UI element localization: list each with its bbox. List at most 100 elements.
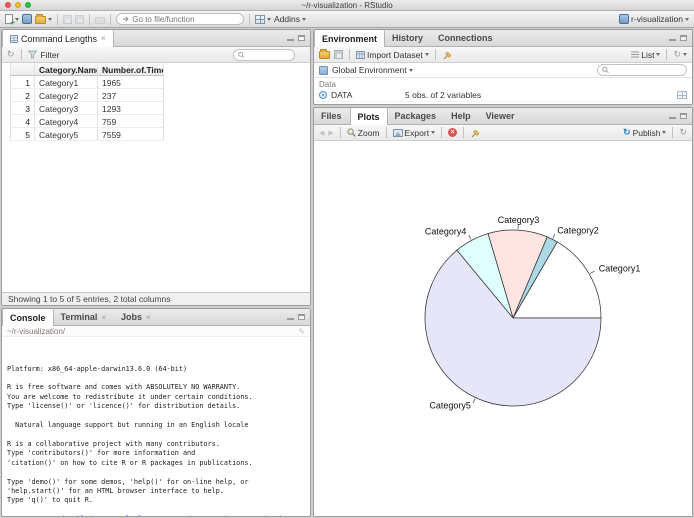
addins-label: Addins [274, 14, 300, 24]
console-line: Platform: x86_64-apple-darwin13.6.0 (64-… [7, 364, 188, 373]
list-view-label: List [641, 49, 655, 60]
tab-help[interactable]: Help [444, 108, 479, 124]
maximize-window-icon[interactable] [25, 2, 31, 8]
tab-terminal[interactable]: Terminal × [54, 309, 115, 325]
tab-label: Plots [357, 111, 380, 122]
open-folder-icon [319, 48, 330, 59]
tab-files[interactable]: Files [314, 108, 350, 124]
console-line: You are welcome to redistribute it under… [7, 392, 253, 401]
maximize-pane-icon[interactable] [680, 113, 687, 119]
plots-pane: Files Plots Packages Help Viewer ◀ ▶ Zoo… [313, 107, 693, 517]
goto-directory-icon[interactable]: ✎ [298, 327, 305, 336]
addins-button[interactable]: Addins [274, 14, 306, 24]
tab-command-lengths[interactable]: Command Lengths × [2, 30, 114, 47]
refresh-plot-icon[interactable]: ↻ [679, 128, 687, 137]
export-plot-button[interactable]: Export [392, 127, 436, 138]
maximize-pane-icon[interactable] [298, 35, 305, 41]
tab-console[interactable]: Console [2, 309, 54, 326]
new-file-button[interactable] [5, 14, 19, 27]
tab-label: Help [451, 111, 471, 121]
view-table-icon[interactable] [677, 91, 687, 99]
zoom-plot-button[interactable]: Zoom [347, 128, 380, 138]
open-folder-icon [35, 14, 46, 24]
data-viewer-toolbar: ↻ Filter [2, 47, 310, 63]
table-row[interactable]: 2 Category2 237 [10, 89, 164, 102]
broom-icon [443, 51, 452, 59]
tab-connections[interactable]: Connections [431, 30, 501, 46]
new-project-button[interactable] [22, 14, 32, 24]
environment-object-row[interactable]: DATA 5 obs. of 2 variables [314, 89, 692, 102]
row-number-header[interactable] [10, 63, 35, 76]
close-tab-icon[interactable]: × [146, 313, 151, 322]
tab-plots[interactable]: Plots [349, 108, 388, 125]
left-column: Command Lengths × ↻ Filter Category.Name… [1, 29, 311, 517]
goto-file-function-input[interactable] [132, 14, 238, 24]
table-row[interactable]: 3 Category3 1293 [10, 102, 164, 115]
pie-label-tick [472, 398, 476, 404]
viewer-search-box[interactable] [233, 48, 295, 61]
save-all-button[interactable] [75, 14, 84, 24]
open-file-button[interactable] [35, 14, 52, 24]
environment-section-label: Data [319, 80, 336, 89]
data-viewer-pane: Command Lengths × ↻ Filter Category.Name… [1, 29, 311, 306]
close-tab-icon[interactable]: × [101, 313, 106, 322]
list-view-button[interactable]: List [631, 49, 661, 60]
table-cell: 3 [10, 102, 35, 115]
object-description: 5 obs. of 2 variables [405, 90, 482, 100]
minimize-pane-icon[interactable] [669, 39, 676, 41]
pane-layout-button[interactable] [255, 14, 271, 24]
viewer-search-input[interactable] [246, 50, 290, 59]
tab-jobs[interactable]: Jobs × [114, 309, 159, 325]
environment-scope-selector[interactable]: Global Environment [332, 65, 413, 75]
minimize-pane-icon[interactable] [669, 117, 676, 119]
minimize-pane-icon[interactable] [287, 39, 294, 41]
filter-button[interactable]: Filter [41, 50, 60, 60]
tab-viewer[interactable]: Viewer [479, 108, 523, 124]
tab-history[interactable]: History [385, 30, 431, 46]
tab-packages[interactable]: Packages [388, 108, 445, 124]
publish-button[interactable]: ↻ Publish [623, 128, 667, 138]
environment-search-input[interactable] [611, 65, 682, 75]
clear-plots-button[interactable] [470, 128, 480, 138]
pie-label: Category1 [599, 264, 641, 274]
column-header[interactable]: Category.Name [35, 63, 98, 76]
goto-file-function-box[interactable] [116, 13, 244, 25]
import-dataset-button[interactable]: Import Dataset [356, 50, 429, 60]
refresh-environment-button[interactable]: ↻ [673, 50, 687, 59]
maximize-pane-icon[interactable] [680, 35, 687, 41]
project-name-label: r-visualization [631, 14, 683, 24]
save-workspace-button[interactable] [334, 50, 343, 59]
previous-plot-icon[interactable]: ◀ [319, 129, 324, 137]
project-menu-button[interactable]: r-visualization [619, 14, 689, 24]
console-body[interactable]: Platform: x86_64-apple-darwin13.6.0 (64-… [2, 337, 310, 516]
tab-label: Files [321, 111, 342, 121]
minimize-window-icon[interactable] [15, 2, 21, 8]
remove-plot-icon[interactable]: × [448, 128, 458, 137]
export-label: Export [404, 127, 430, 138]
close-tab-icon[interactable]: × [101, 34, 106, 43]
next-plot-icon[interactable]: ▶ [328, 129, 333, 137]
refresh-view-icon[interactable]: ↻ [7, 50, 15, 59]
clear-environment-button[interactable] [442, 50, 452, 60]
workspace: Command Lengths × ↻ Filter Category.Name… [0, 28, 694, 518]
column-header[interactable]: Number.of.Times [98, 63, 164, 76]
maximize-pane-icon[interactable] [298, 314, 305, 320]
table-cell: 2 [10, 89, 35, 102]
table-row[interactable]: 4 Category4 759 [10, 115, 164, 128]
table-row[interactable]: 1 Category1 1965 [10, 76, 164, 89]
environment-search-box[interactable] [597, 64, 687, 76]
table-cell: Category2 [35, 89, 98, 102]
print-button[interactable] [95, 14, 105, 24]
table-row[interactable]: 5 Category5 7559 [10, 128, 164, 141]
pie-label: Category3 [498, 215, 540, 225]
traffic-lights [5, 2, 31, 8]
minimize-pane-icon[interactable] [287, 318, 294, 320]
close-window-icon[interactable] [5, 2, 11, 8]
zoom-magnifier-icon [347, 128, 356, 137]
save-button[interactable] [63, 14, 72, 24]
dataframe-icon [319, 91, 327, 99]
tab-environment[interactable]: Environment [314, 30, 386, 47]
load-workspace-button[interactable] [319, 48, 330, 59]
